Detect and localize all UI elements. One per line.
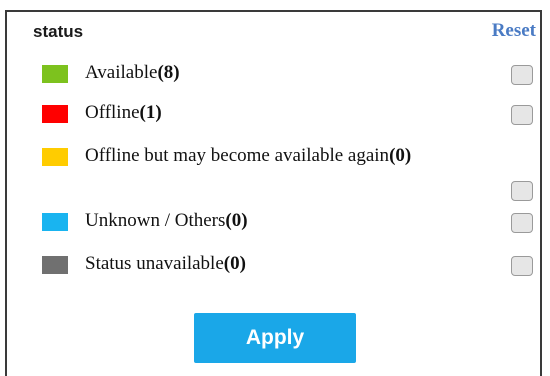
- unavailable-checkbox[interactable]: [511, 256, 533, 276]
- filter-title: status: [33, 22, 84, 41]
- unknown-checkbox[interactable]: [511, 213, 533, 233]
- unavailable-color-swatch: [42, 256, 68, 274]
- reset-link[interactable]: Reset: [492, 20, 536, 42]
- status-option-label: Offline(1): [85, 102, 162, 123]
- offline-may-return-color-swatch: [42, 148, 68, 166]
- status-option-label: Available(8): [85, 62, 180, 83]
- offline-may-return-checkbox[interactable]: [511, 181, 533, 201]
- status-filter-panel: status Reset Available(8) Offline(1) Off…: [5, 10, 542, 376]
- available-color-swatch: [42, 65, 68, 83]
- status-option-label: Unknown / Others(0): [85, 210, 248, 231]
- status-option-label: Status unavailable(0): [85, 253, 246, 274]
- status-option-label: Offline but may become available again(0…: [85, 145, 412, 166]
- offline-color-swatch: [42, 105, 68, 123]
- available-checkbox[interactable]: [511, 65, 533, 85]
- apply-button[interactable]: Apply: [194, 313, 356, 363]
- unknown-color-swatch: [42, 213, 68, 231]
- offline-checkbox[interactable]: [511, 105, 533, 125]
